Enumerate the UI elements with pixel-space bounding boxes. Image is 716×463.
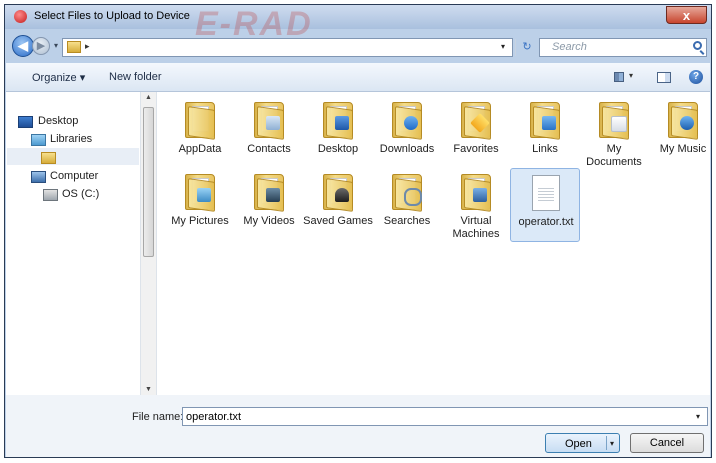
preview-pane-button[interactable]: [657, 72, 671, 83]
address-dropdown-icon[interactable]: ▾: [501, 42, 505, 51]
tree-item-label: Computer: [50, 170, 99, 182]
file-item-saved-games[interactable]: Saved Games: [303, 168, 373, 242]
tree-item-libraries[interactable]: Libraries: [31, 133, 93, 146]
file-item-virtual-machines[interactable]: Virtual Machines: [441, 168, 511, 242]
app-icon: [14, 10, 27, 23]
file-item-my-documents[interactable]: My Documents: [579, 96, 649, 170]
close-icon: x: [682, 8, 691, 23]
file-item-appdata[interactable]: AppData: [165, 96, 235, 170]
downloads-folder-icon: [392, 102, 422, 140]
pictures-folder-icon: [185, 174, 215, 212]
organize-button[interactable]: Organize ▾: [32, 71, 85, 84]
open-label: Open: [565, 438, 592, 450]
tree-item-desktop[interactable]: Desktop: [18, 115, 79, 128]
file-item-my-pictures[interactable]: My Pictures: [165, 168, 235, 242]
dialog-footer: File name: operator.txt ▾ Open ▾ Cancel: [6, 395, 710, 457]
filename-dropdown-icon[interactable]: ▾: [696, 412, 700, 421]
file-item-label: operator.txt: [518, 216, 574, 228]
drive-icon: [43, 189, 58, 201]
vm-folder-icon: [461, 174, 491, 212]
file-item-operator-txt[interactable]: operator.txt: [510, 168, 580, 242]
file-item-label: Contacts: [247, 143, 291, 155]
file-item-label: My Pictures: [171, 215, 229, 227]
tree-item-computer[interactable]: Computer: [31, 170, 99, 183]
scroll-up-icon[interactable]: ▲: [145, 94, 152, 101]
back-button[interactable]: ◀: [12, 35, 34, 57]
new-folder-button[interactable]: New folder: [109, 71, 162, 83]
title-bar[interactable]: Select Files to Upload to Device E-RAD x: [5, 5, 711, 43]
breadcrumb-chevron-icon[interactable]: ▸: [85, 41, 90, 52]
user-folder-icon: [41, 152, 56, 164]
back-arrow-icon: ◀: [18, 38, 28, 53]
file-item-label: My Videos: [243, 215, 295, 227]
file-item-label: Virtual Machines: [452, 215, 500, 240]
address-bar[interactable]: ▸: [62, 38, 513, 57]
search-input[interactable]: Search: [539, 38, 707, 57]
close-button[interactable]: x: [666, 6, 707, 24]
tree-selected-row[interactable]: [7, 148, 139, 165]
file-item-label: Favorites: [453, 143, 499, 155]
tree-item-os-c[interactable]: OS (C:): [43, 188, 100, 201]
navigation-pane: Desktop Libraries Computer OS (C:): [6, 92, 140, 395]
scroll-down-icon[interactable]: ▼: [145, 386, 152, 393]
file-item-desktop[interactable]: Desktop: [303, 96, 373, 170]
folder-icon: [67, 41, 81, 53]
file-item-links[interactable]: Links: [510, 96, 580, 170]
text-file-icon: [532, 175, 560, 211]
file-item-contacts[interactable]: Contacts: [234, 96, 304, 170]
cancel-button[interactable]: Cancel: [630, 433, 704, 453]
desktop-icon: [18, 116, 33, 128]
favorites-folder-icon: [461, 102, 491, 140]
file-item-label: Searches: [383, 215, 431, 227]
scroll-thumb[interactable]: [143, 107, 154, 257]
file-list: AppData Contacts Desktop Downloads Favorites…: [157, 92, 710, 395]
open-button[interactable]: Open ▾: [545, 433, 620, 453]
navigation-bar: ◀ ▶ ▾ ▸ ▾ ↻ Search: [5, 31, 711, 61]
filename-label: File name:: [132, 411, 184, 423]
computer-icon: [31, 171, 46, 183]
search-placeholder: Search: [552, 41, 587, 53]
search-icon[interactable]: [693, 41, 702, 50]
navigation-scrollbar[interactable]: ▲ ▼: [140, 92, 157, 395]
file-item-label: AppData: [178, 143, 222, 155]
filename-field[interactable]: operator.txt: [182, 407, 708, 426]
window-title: Select Files to Upload to Device: [34, 10, 190, 22]
file-item-my-music[interactable]: My Music: [648, 96, 716, 170]
split-divider: [606, 436, 607, 450]
file-dialog-window: Select Files to Upload to Device E-RAD x…: [4, 4, 712, 458]
videos-folder-icon: [254, 174, 284, 212]
recent-locations-dropdown[interactable]: ▾: [54, 41, 58, 50]
file-item-label: My Documents: [586, 143, 642, 168]
command-toolbar: Organize ▾ New folder ▾ ?: [6, 63, 710, 92]
file-item-my-videos[interactable]: My Videos: [234, 168, 304, 242]
games-folder-icon: [323, 174, 353, 212]
chevron-down-icon: ▾: [629, 71, 634, 80]
tree-item-label: Libraries: [50, 133, 93, 145]
forward-button[interactable]: ▶: [32, 37, 50, 55]
file-item-label: Links: [532, 143, 558, 155]
searches-folder-icon: [392, 174, 422, 212]
music-folder-icon: [668, 102, 698, 140]
libraries-icon: [31, 134, 46, 146]
open-dropdown-icon[interactable]: ▾: [610, 439, 614, 448]
file-item-label: Saved Games: [303, 215, 373, 227]
contacts-folder-icon: [254, 102, 284, 140]
folder-icon: [185, 102, 215, 140]
help-button[interactable]: ?: [689, 70, 703, 84]
file-item-label: Downloads: [379, 143, 435, 155]
change-view-button[interactable]: ▾: [612, 70, 640, 84]
file-item-searches[interactable]: Searches: [372, 168, 442, 242]
forward-arrow-icon: ▶: [36, 40, 46, 52]
documents-folder-icon: [599, 102, 629, 140]
tree-item-label: OS (C:): [62, 188, 100, 200]
view-grid-icon: [614, 72, 624, 82]
desktop-folder-icon: [323, 102, 353, 140]
file-item-label: My Music: [659, 143, 707, 155]
links-folder-icon: [530, 102, 560, 140]
file-item-favorites[interactable]: Favorites: [441, 96, 511, 170]
refresh-button[interactable]: ↻: [515, 39, 538, 56]
tree-item-label: Desktop: [38, 115, 79, 127]
file-item-downloads[interactable]: Downloads: [372, 96, 442, 170]
file-item-label: Desktop: [317, 143, 359, 155]
